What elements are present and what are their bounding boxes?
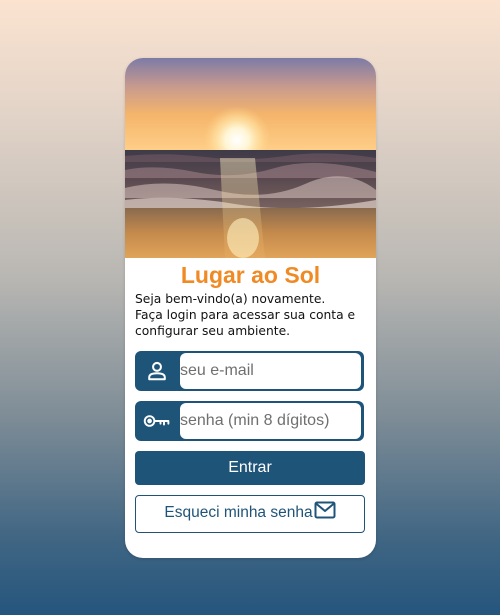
email-input[interactable] — [180, 353, 361, 389]
forgot-password-button[interactable]: Esqueci minha senha — [135, 495, 365, 533]
login-button[interactable]: Entrar — [135, 451, 365, 485]
email-field-group — [135, 351, 364, 391]
sunset-beach-image — [125, 58, 376, 258]
welcome-line: Seja bem-vindo(a) novamente. — [135, 292, 326, 306]
forgot-password-label: Esqueci minha senha — [164, 504, 313, 521]
mail-icon — [314, 501, 336, 524]
password-field-group — [135, 401, 364, 441]
password-input[interactable] — [180, 403, 361, 439]
welcome-line: configurar seu ambiente. — [135, 324, 291, 338]
welcome-message: Seja bem-vindo(a) novamente. Faça login … — [135, 291, 373, 339]
user-icon — [135, 351, 179, 391]
welcome-line: Faça login para acessar sua conta e — [135, 308, 356, 322]
key-icon — [135, 401, 179, 441]
app-title: Lugar ao Sol — [180, 262, 321, 288]
login-card: Lugar ao Sol Seja bem-vindo(a) novamente… — [125, 58, 376, 558]
